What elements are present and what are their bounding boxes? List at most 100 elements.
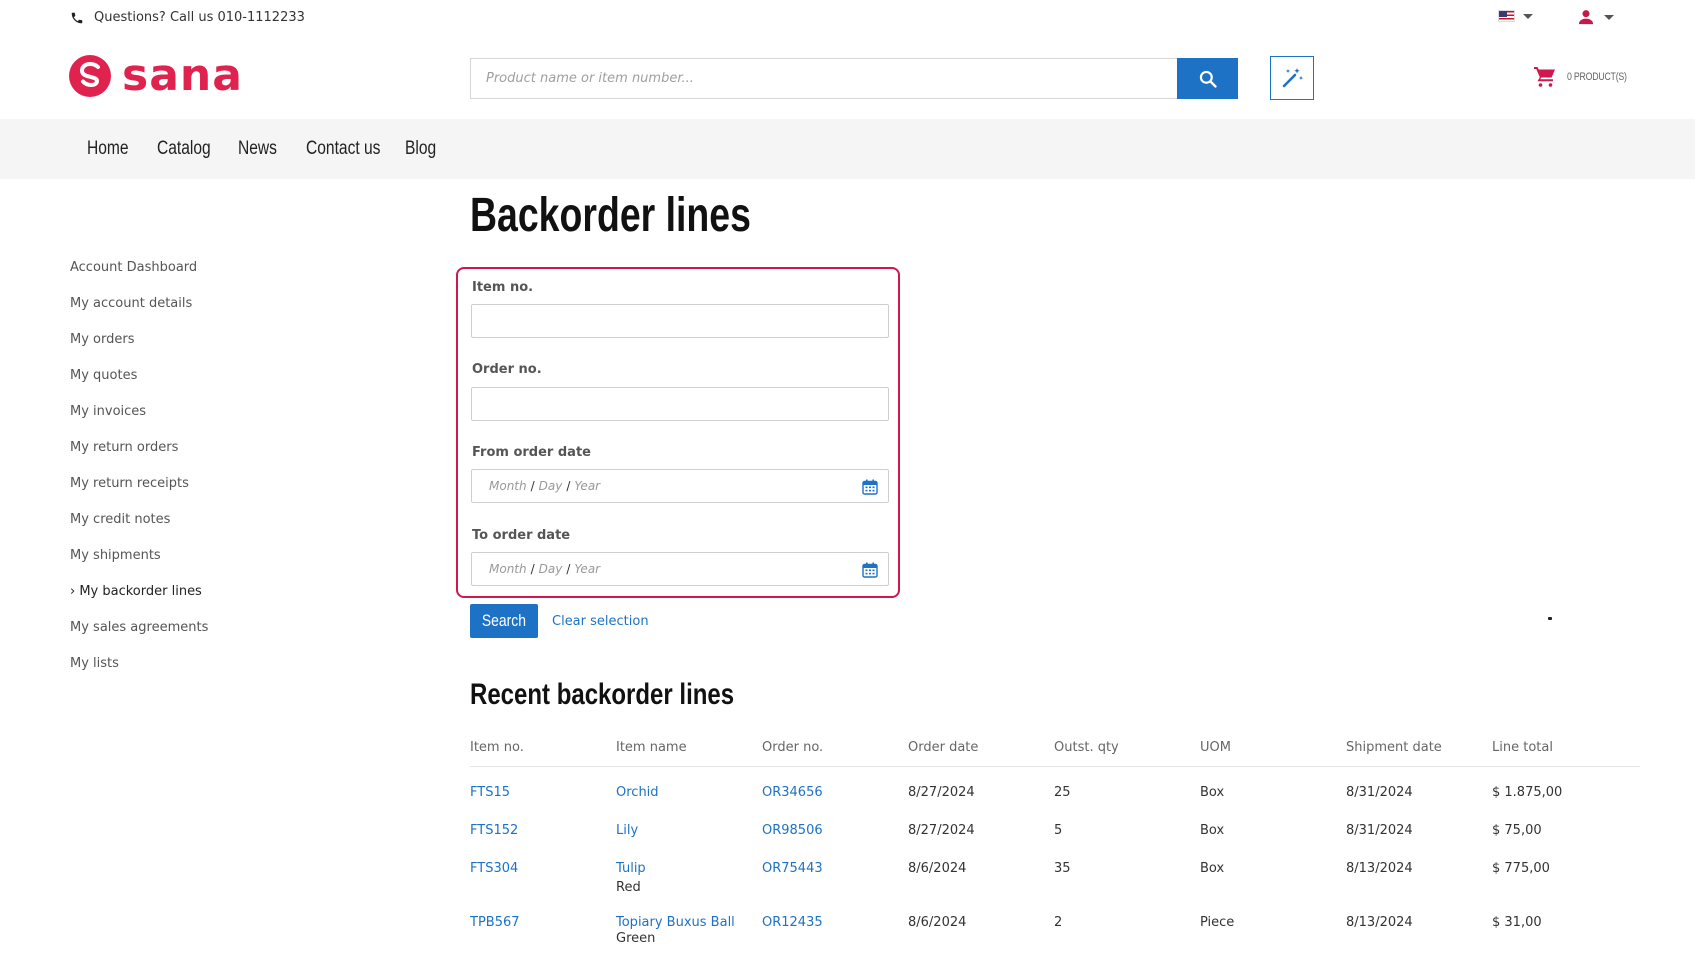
to-date-label: To order date — [472, 528, 571, 543]
chevron-down-icon — [1604, 14, 1614, 20]
sidebar-item-account-details[interactable]: My account details — [70, 294, 370, 330]
logo-text: sana — [122, 50, 243, 101]
item-name-link[interactable]: Lily — [616, 823, 638, 838]
filter-form: Item no. Order no. From order date Month… — [456, 267, 900, 598]
clear-selection-link[interactable]: Clear selection — [552, 614, 649, 629]
item-no-link[interactable]: FTS304 — [470, 861, 518, 876]
item-name-cell: Topiary Buxus Ball Green — [616, 915, 735, 946]
sana-logo-icon — [69, 55, 111, 97]
item-name-link[interactable]: Tulip — [616, 861, 646, 876]
order-date: 8/6/2024 — [908, 915, 967, 930]
outstanding-qty: 2 — [1054, 915, 1063, 930]
line-total: $ 775,00 — [1492, 861, 1550, 876]
phone-icon — [71, 12, 83, 23]
column-header: Order no. — [762, 740, 824, 755]
page-title: Backorder lines — [470, 189, 751, 242]
shipment-date: 8/13/2024 — [1346, 861, 1413, 876]
table-row: FTS152 Lily OR98506 8/27/2024 5 Box 8/31… — [470, 805, 1640, 843]
item-name-cell: Tulip Red — [616, 861, 646, 895]
month-placeholder: Month — [489, 479, 527, 493]
item-no-link[interactable]: FTS152 — [470, 823, 518, 838]
column-header: Outst. qty — [1054, 740, 1119, 755]
order-no-input[interactable] — [471, 387, 889, 421]
uom: Box — [1200, 823, 1225, 838]
recent-backorder-title: Recent backorder lines — [470, 678, 735, 711]
item-variant: Green — [616, 931, 656, 946]
sana-logo[interactable]: sana — [68, 54, 243, 98]
sidebar-item-orders[interactable]: My orders — [70, 330, 370, 366]
date-separator: / — [530, 562, 535, 576]
backorder-table: Item no. Item name Order no. Order date … — [470, 738, 1640, 951]
order-no-link[interactable]: OR12435 — [762, 915, 823, 930]
shipment-date: 8/31/2024 — [1346, 823, 1413, 838]
nav-item-label: Catalog — [157, 138, 211, 159]
item-name-link[interactable]: Topiary Buxus Ball — [616, 915, 735, 930]
nav-blog[interactable]: Blog — [405, 138, 465, 160]
advanced-search-button[interactable] — [1270, 56, 1314, 100]
table-row: FTS15 Orchid OR34656 8/27/2024 25 Box 8/… — [470, 767, 1640, 805]
shipment-date: 8/31/2024 — [1346, 785, 1413, 800]
item-no-input[interactable] — [471, 304, 889, 338]
item-no-label: Item no. — [472, 280, 534, 295]
table-header: Item no. Item name Order no. Order date … — [470, 738, 1640, 767]
column-header: Line total — [1492, 740, 1553, 755]
nav-item-label: News — [238, 138, 277, 159]
calendar-icon[interactable] — [862, 562, 878, 578]
sidebar-item-account-dashboard[interactable]: Account Dashboard — [70, 258, 370, 294]
month-placeholder: Month — [489, 562, 527, 576]
sidebar-item-quotes[interactable]: My quotes — [70, 366, 370, 402]
line-total: $ 75,00 — [1492, 823, 1542, 838]
shipment-date: 8/13/2024 — [1346, 915, 1413, 930]
sidebar-item-backorder-lines[interactable]: › My backorder lines — [70, 582, 370, 618]
nav-home[interactable]: Home — [87, 138, 157, 160]
sidebar-item-lists[interactable]: My lists — [70, 654, 370, 690]
table-row: FTS304 Tulip Red OR75443 8/6/2024 35 Box… — [470, 843, 1640, 901]
cart-count: 0 PRODUCT(S) — [1567, 71, 1627, 83]
sidebar-item-sales-agreements[interactable]: My sales agreements — [70, 618, 370, 654]
filter-search-button[interactable]: Search — [470, 604, 538, 638]
sidebar-item-return-receipts[interactable]: My return receipts — [70, 474, 370, 510]
date-separator: / — [566, 562, 571, 576]
nav-news[interactable]: News — [238, 138, 306, 160]
sidebar-item-credit-notes[interactable]: My credit notes — [70, 510, 370, 546]
magic-wand-icon — [1282, 68, 1303, 88]
language-dropdown[interactable] — [1498, 10, 1533, 22]
to-date-input[interactable]: Month / Day / Year — [471, 552, 889, 586]
order-no-link[interactable]: OR75443 — [762, 861, 823, 876]
line-total: $ 31,00 — [1492, 915, 1542, 930]
sidebar-item-shipments[interactable]: My shipments — [70, 546, 370, 582]
search-input[interactable] — [470, 58, 1177, 99]
phone-text: Questions? Call us 010-1112233 — [94, 10, 305, 25]
nav-catalog[interactable]: Catalog — [157, 138, 238, 160]
column-header: UOM — [1200, 740, 1231, 755]
nav-contact-us[interactable]: Contact us — [306, 138, 405, 160]
search-icon — [1199, 70, 1217, 88]
date-separator: / — [530, 479, 535, 493]
table-row: TPB567 Topiary Buxus Ball Green OR12435 … — [470, 901, 1640, 951]
day-placeholder: Day — [538, 479, 563, 493]
item-no-link[interactable]: FTS15 — [470, 785, 510, 800]
item-name-link[interactable]: Orchid — [616, 785, 659, 800]
sidebar-item-invoices[interactable]: My invoices — [70, 402, 370, 438]
item-no-link[interactable]: TPB567 — [470, 915, 520, 930]
account-dropdown[interactable] — [1576, 7, 1614, 27]
from-date-label: From order date — [472, 445, 591, 460]
uom: Piece — [1200, 915, 1235, 930]
day-placeholder: Day — [538, 562, 563, 576]
order-no-link[interactable]: OR34656 — [762, 785, 823, 800]
search-button[interactable] — [1177, 58, 1238, 99]
nav-item-label: Home — [87, 138, 129, 159]
column-header: Shipment date — [1346, 740, 1442, 755]
calendar-icon[interactable] — [862, 479, 878, 495]
cart-summary[interactable]: 0 PRODUCT(S) — [1533, 66, 1642, 88]
order-no-link[interactable]: OR98506 — [762, 823, 823, 838]
main-nav: Home Catalog News Contact us Blog — [0, 119, 1695, 179]
column-header: Item name — [616, 740, 687, 755]
outstanding-qty: 25 — [1054, 785, 1071, 800]
nav-item-label: Blog — [405, 138, 437, 159]
column-header: Order date — [908, 740, 979, 755]
item-variant: Red — [616, 880, 641, 895]
from-date-input[interactable]: Month / Day / Year — [471, 469, 889, 503]
chevron-down-icon — [1523, 13, 1533, 19]
sidebar-item-return-orders[interactable]: My return orders — [70, 438, 370, 474]
